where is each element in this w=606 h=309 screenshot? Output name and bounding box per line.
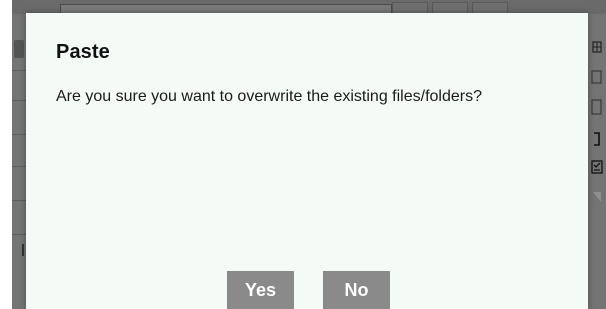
screen: Paste Are you sure you want to overwrite… [0,0,606,309]
arrow-icon [590,188,604,206]
background-file-icon [14,40,24,58]
dialog-message: Are you sure you want to overwrite the e… [56,88,482,105]
background-divider [22,244,24,256]
dialog-title: Paste [56,41,110,63]
yes-button[interactable]: Yes [227,271,294,309]
background-side-toolbar [590,38,606,218]
checklist-icon [590,158,604,176]
bracket-icon [590,130,604,148]
copy-icon [590,68,604,86]
grid-icon [590,38,604,56]
paste-confirm-dialog: Paste Are you sure you want to overwrite… [26,13,588,309]
no-button[interactable]: No [323,271,390,309]
file-icon [590,98,604,116]
background-file-list-edge [12,14,26,309]
